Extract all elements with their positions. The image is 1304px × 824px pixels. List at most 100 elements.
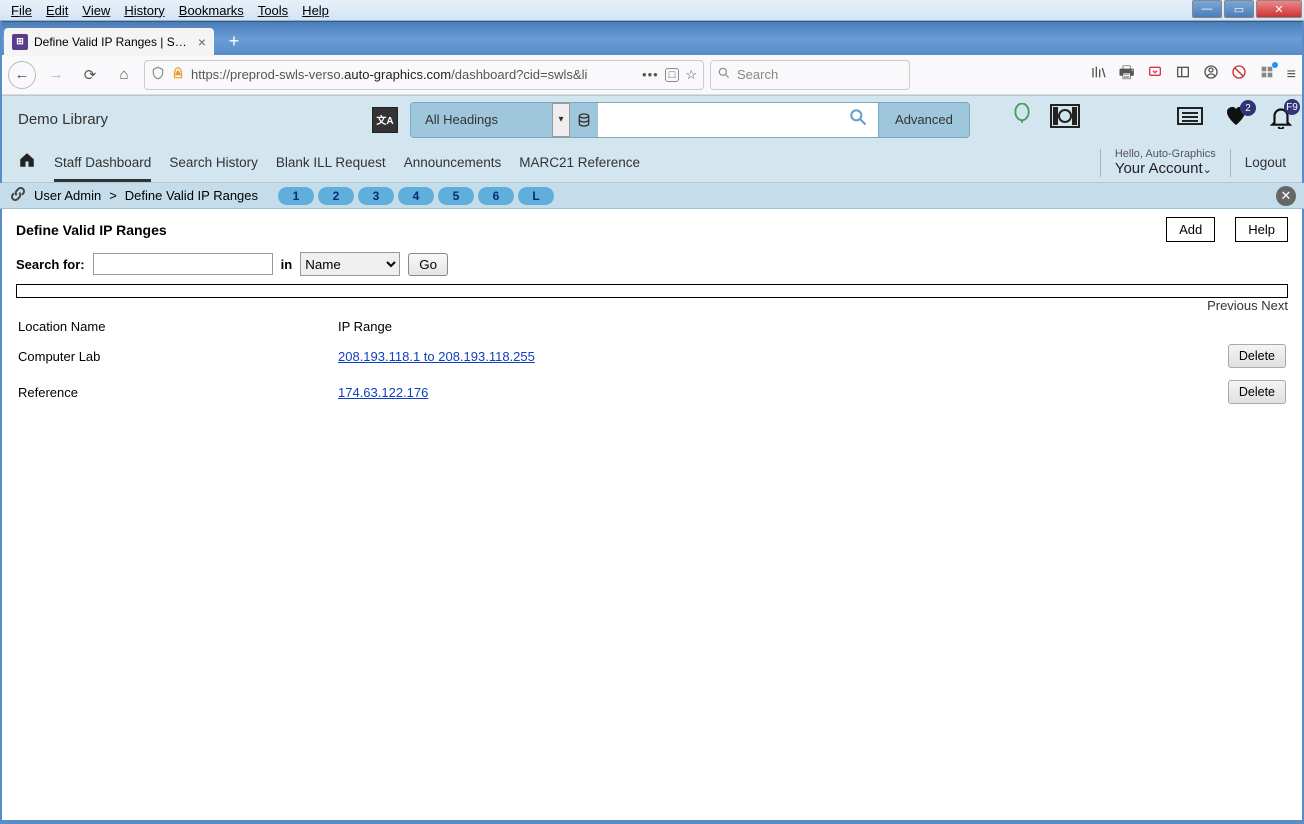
browser-menubar: File Edit View History Bookmarks Tools H… (0, 1, 336, 20)
sidebar-icon[interactable] (1175, 64, 1191, 85)
search-for-label: Search for: (16, 257, 85, 272)
reload-button[interactable]: ⟳ (76, 61, 104, 89)
reader-mode-icon[interactable]: □ (665, 68, 680, 82)
home-icon[interactable] (18, 151, 36, 174)
header-icons: 2 F9 (1012, 103, 1294, 136)
new-tab-button[interactable]: + (220, 30, 248, 54)
account-block: Hello, Auto-Graphics Your Account⌄ Logou… (1100, 148, 1286, 177)
nav-staff-dashboard[interactable]: Staff Dashboard (54, 155, 151, 182)
cell-location: Reference (16, 374, 336, 410)
addons-icon[interactable] (1259, 64, 1275, 85)
browser-search-bar[interactable]: Search (710, 60, 910, 90)
search-scope-dropdown[interactable]: All Headings ▾ (410, 102, 570, 138)
catalog-search-input[interactable] (598, 102, 878, 138)
url-text: https://preprod-swls-verso.auto-graphics… (191, 67, 636, 82)
nav-search-history[interactable]: Search History (169, 155, 258, 170)
lock-warning-icon (171, 66, 185, 83)
pill-1[interactable]: 1 (278, 187, 314, 205)
notifications-icon[interactable]: F9 (1268, 103, 1294, 136)
list-icon[interactable] (1176, 104, 1204, 135)
account-dropdown[interactable]: Hello, Auto-Graphics Your Account⌄ (1115, 148, 1216, 177)
bookmark-star-icon[interactable]: ☆ (685, 67, 697, 83)
search-placeholder: Search (737, 67, 778, 82)
pill-6[interactable]: 6 (478, 187, 514, 205)
previous-link[interactable]: Previous (1207, 298, 1258, 313)
app-header: Demo Library 文A All Headings ▾ Advanced (0, 95, 1304, 143)
close-panel-icon[interactable]: ✕ (1276, 186, 1296, 206)
pill-5[interactable]: 5 (438, 187, 474, 205)
go-button[interactable]: Go (408, 253, 448, 276)
database-icon[interactable] (570, 102, 598, 138)
menu-file[interactable]: File (4, 1, 39, 20)
next-link[interactable]: Next (1261, 298, 1288, 313)
browser-tabbar: ⊞ Define Valid IP Ranges | SWLS | × + (0, 21, 1304, 55)
back-button[interactable]: ← (8, 61, 36, 89)
nav-blank-ill-request[interactable]: Blank ILL Request (276, 155, 386, 170)
breadcrumb-section[interactable]: User Admin (34, 188, 101, 203)
tab-title: Define Valid IP Ranges | SWLS | (34, 35, 192, 49)
help-button[interactable]: Help (1235, 217, 1288, 242)
page-actions-icon[interactable]: ••• (642, 67, 659, 82)
window-minimize-button[interactable]: — (1192, 0, 1222, 18)
profile-icon[interactable] (1203, 64, 1219, 85)
page-pills: 1 2 3 4 5 6 L (278, 187, 554, 205)
chevron-down-icon: ⌄ (1203, 164, 1212, 176)
window-close-button[interactable]: ✕ (1256, 0, 1302, 18)
url-bar[interactable]: https://preprod-swls-verso.auto-graphics… (144, 60, 704, 90)
search-for-input[interactable] (93, 253, 273, 275)
advanced-search-button[interactable]: Advanced (878, 102, 970, 138)
menu-help[interactable]: Help (295, 1, 336, 20)
browser-tab[interactable]: ⊞ Define Valid IP Ranges | SWLS | × (4, 28, 214, 56)
menu-history[interactable]: History (117, 1, 171, 20)
security-icon[interactable] (1231, 64, 1247, 85)
nav-announcements[interactable]: Announcements (404, 155, 502, 170)
forward-button[interactable]: → (42, 61, 70, 89)
window-bottom-border (0, 820, 1304, 824)
divider (1100, 149, 1101, 177)
window-maximize-button[interactable]: ▭ (1224, 0, 1254, 18)
home-button[interactable]: ⌂ (110, 61, 138, 89)
scan-icon[interactable] (1050, 103, 1080, 136)
library-icon[interactable] (1091, 64, 1107, 85)
favorites-icon[interactable]: 2 (1222, 104, 1250, 135)
search-icon (717, 66, 731, 83)
divider (1230, 149, 1231, 177)
logout-link[interactable]: Logout (1245, 155, 1286, 170)
browser-navbar: ← → ⟳ ⌂ https://preprod-swls-verso.auto-… (0, 55, 1304, 95)
account-label: Your Account (1115, 160, 1203, 177)
pill-2[interactable]: 2 (318, 187, 354, 205)
account-hello: Hello, Auto-Graphics (1115, 148, 1216, 160)
app-nav: Staff Dashboard Search History Blank ILL… (0, 143, 1304, 183)
tab-close-icon[interactable]: × (198, 34, 206, 50)
pocket-icon[interactable] (1147, 64, 1163, 85)
pill-4[interactable]: 4 (398, 187, 434, 205)
ip-range-link[interactable]: 174.63.122.176 (338, 385, 428, 400)
pill-last[interactable]: L (518, 187, 554, 205)
ip-range-link[interactable]: 208.193.118.1 to 208.193.118.255 (338, 349, 535, 364)
results-box (16, 284, 1288, 298)
shield-icon (151, 66, 165, 83)
toolbar-extensions: 🖶 ≡ (1091, 60, 1296, 89)
menu-bookmarks[interactable]: Bookmarks (172, 1, 251, 20)
menu-icon[interactable]: ≡ (1287, 66, 1296, 84)
language-icon[interactable]: 文A (372, 107, 398, 133)
delete-button[interactable]: Delete (1228, 344, 1286, 368)
table-row: Computer Lab 208.193.118.1 to 208.193.11… (16, 338, 1288, 374)
window-titlebar: File Edit View History Bookmarks Tools H… (0, 0, 1304, 21)
balloon-icon[interactable] (1012, 103, 1032, 136)
menu-edit[interactable]: Edit (39, 1, 75, 20)
breadcrumb-bar: User Admin > Define Valid IP Ranges 1 2 … (0, 183, 1304, 209)
print-icon[interactable]: 🖶 (1119, 60, 1135, 89)
pill-3[interactable]: 3 (358, 187, 394, 205)
menu-tools[interactable]: Tools (251, 1, 295, 20)
window-left-border (0, 0, 2, 824)
nav-marc21-reference[interactable]: MARC21 Reference (519, 155, 640, 170)
menu-view[interactable]: View (75, 1, 117, 20)
table-row: Reference 174.63.122.176 Delete (16, 374, 1288, 410)
add-button[interactable]: Add (1166, 217, 1215, 242)
ip-ranges-table: Location Name IP Range Computer Lab 208.… (16, 315, 1288, 410)
search-in-select[interactable]: Name (300, 252, 400, 276)
page-header: Define Valid IP Ranges Add Help (16, 217, 1288, 242)
delete-button[interactable]: Delete (1228, 380, 1286, 404)
cell-location: Computer Lab (16, 338, 336, 374)
